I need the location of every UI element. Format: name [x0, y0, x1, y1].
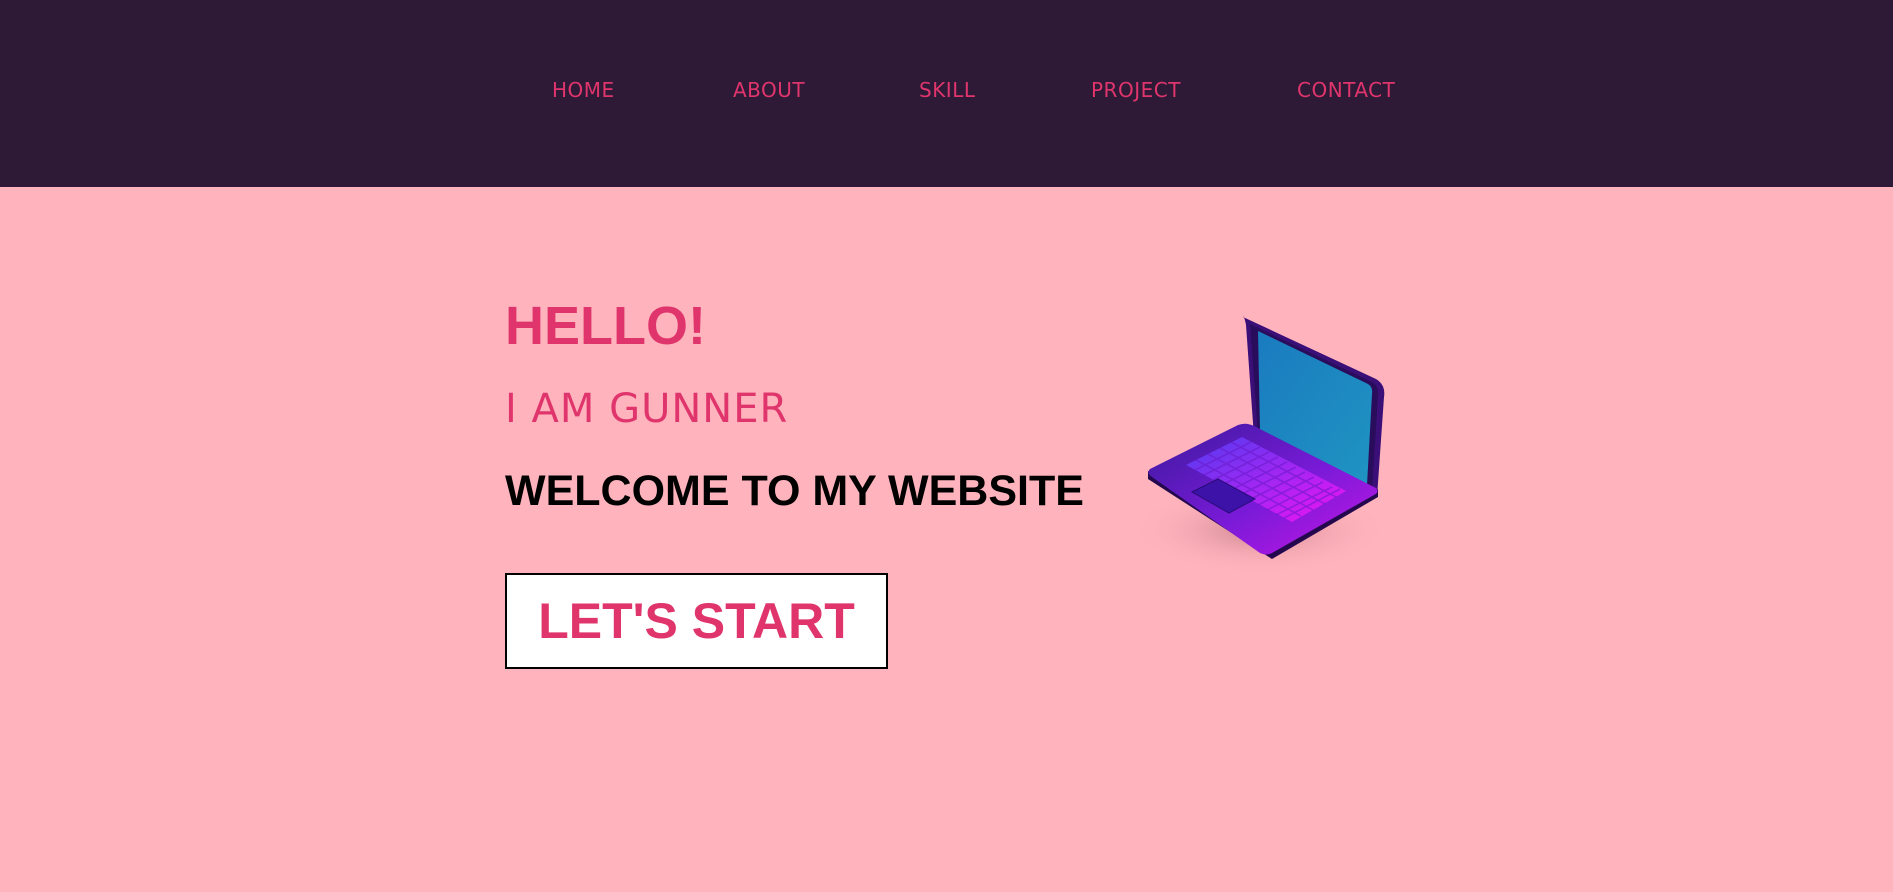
- top-navbar: HOME ABOUT SKILL PROJECT CONTACT: [0, 0, 1893, 187]
- hero-section: [0, 187, 1893, 892]
- nav-link-home[interactable]: HOME: [552, 78, 615, 102]
- nav-link-project[interactable]: PROJECT: [1091, 78, 1181, 102]
- hero-greeting: HELLO!: [505, 296, 706, 356]
- hero-welcome-text: WELCOME TO MY WEBSITE: [505, 467, 1084, 515]
- nav-link-about[interactable]: ABOUT: [733, 78, 805, 102]
- laptop-icon: [1130, 316, 1390, 575]
- nav-link-skill[interactable]: SKILL: [919, 78, 976, 102]
- nav-link-contact[interactable]: CONTACT: [1297, 78, 1395, 102]
- hero-intro: I AM GUNNER: [505, 386, 789, 432]
- lets-start-button[interactable]: LET'S START: [505, 573, 888, 669]
